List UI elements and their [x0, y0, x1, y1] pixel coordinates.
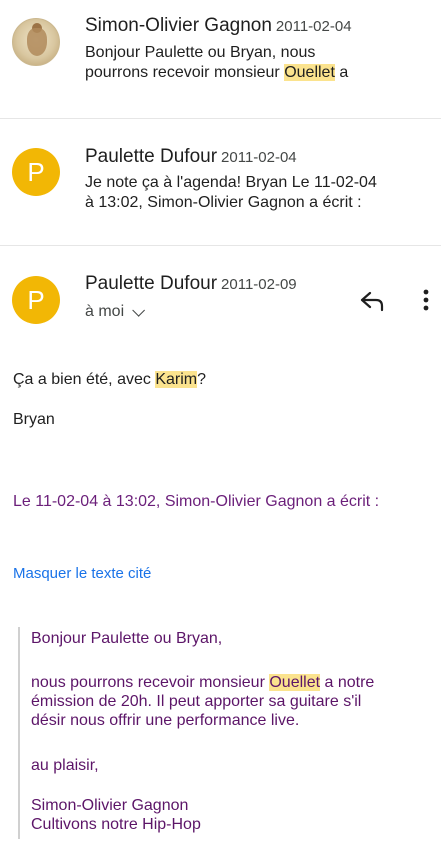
message-body-line: Ça a bien été, avec Karim?	[13, 371, 206, 388]
snippet-line: Bonjour Paulette ou Bryan, nous	[85, 44, 316, 61]
hide-quoted-text-link[interactable]: Masquer le texte cité	[13, 565, 151, 582]
thread-message-1[interactable]: Simon-Olivier Gagnon 2011-02-04 Bonjour P…	[0, 0, 441, 118]
chevron-down-icon	[132, 303, 146, 317]
reply-button[interactable]	[352, 282, 392, 322]
sender-line: Simon-Olivier Gagnon 2011-02-04	[85, 15, 352, 37]
snippet-line: pourrons recevoir monsieur Ouellet a	[85, 64, 349, 81]
message-snippet: Je note ça à l'agenda! Bryan Le 11-02-04…	[85, 173, 425, 213]
sender-avatar-photo	[12, 18, 60, 66]
message-date: 2011-02-09	[221, 276, 297, 293]
quoted-paragraph-line: nous pourrons recevoir monsieur Ouellet …	[31, 674, 375, 691]
quoted-paragraph-line: émission de 20h. Il peut apporter sa gui…	[31, 693, 362, 710]
reply-icon	[360, 291, 384, 312]
sender-name: Paulette Dufour	[85, 273, 218, 294]
message-date: 2011-02-04	[221, 149, 297, 166]
message-signature: Bryan	[13, 411, 55, 428]
thread-message-2[interactable]: P Paulette Dufour 2011-02-04 Je note ça à…	[0, 119, 441, 245]
search-highlight: Ouellet	[269, 674, 321, 691]
quoted-paragraph-line: désir nous offrir une performance live.	[31, 712, 300, 729]
quoted-greeting: Bonjour Paulette ou Bryan,	[31, 630, 223, 647]
sender-avatar: P	[12, 276, 60, 324]
sender-line: Paulette Dufour 2011-02-09	[85, 273, 297, 295]
message-date: 2011-02-04	[275, 18, 352, 35]
quoted-signature-name: Simon-Olivier Gagnon	[31, 797, 189, 814]
sender-name: Simon-Olivier Gagnon	[85, 15, 272, 36]
more-options-button[interactable]	[408, 282, 441, 322]
recipient-label: à moi	[85, 303, 125, 320]
more-vert-icon	[423, 289, 429, 311]
sender-line: Paulette Dufour 2011-02-04	[85, 146, 297, 168]
search-highlight: Ouellet	[284, 64, 335, 81]
snippet-line: Je note ça à l'agenda! Bryan Le 11-02-04	[85, 174, 377, 191]
quoted-signature-tagline: Cultivons notre Hip-Hop	[31, 816, 201, 833]
recipient-details-toggle[interactable]: à moi	[85, 303, 146, 321]
sender-name: Paulette Dufour	[85, 146, 218, 167]
sender-avatar: P	[12, 148, 60, 196]
quoted-closing: au plaisir,	[31, 757, 99, 774]
divider	[0, 245, 441, 246]
quote-attribution: Le 11-02-04 à 13:02, Simon-Olivier Gagno…	[13, 493, 380, 510]
search-highlight: Karim	[155, 371, 198, 388]
quote-bar	[18, 627, 20, 839]
message-snippet: Bonjour Paulette ou Bryan, nous pourrons…	[85, 43, 425, 83]
snippet-line: à 13:02, Simon-Olivier Gagnon a écrit :	[85, 194, 362, 211]
